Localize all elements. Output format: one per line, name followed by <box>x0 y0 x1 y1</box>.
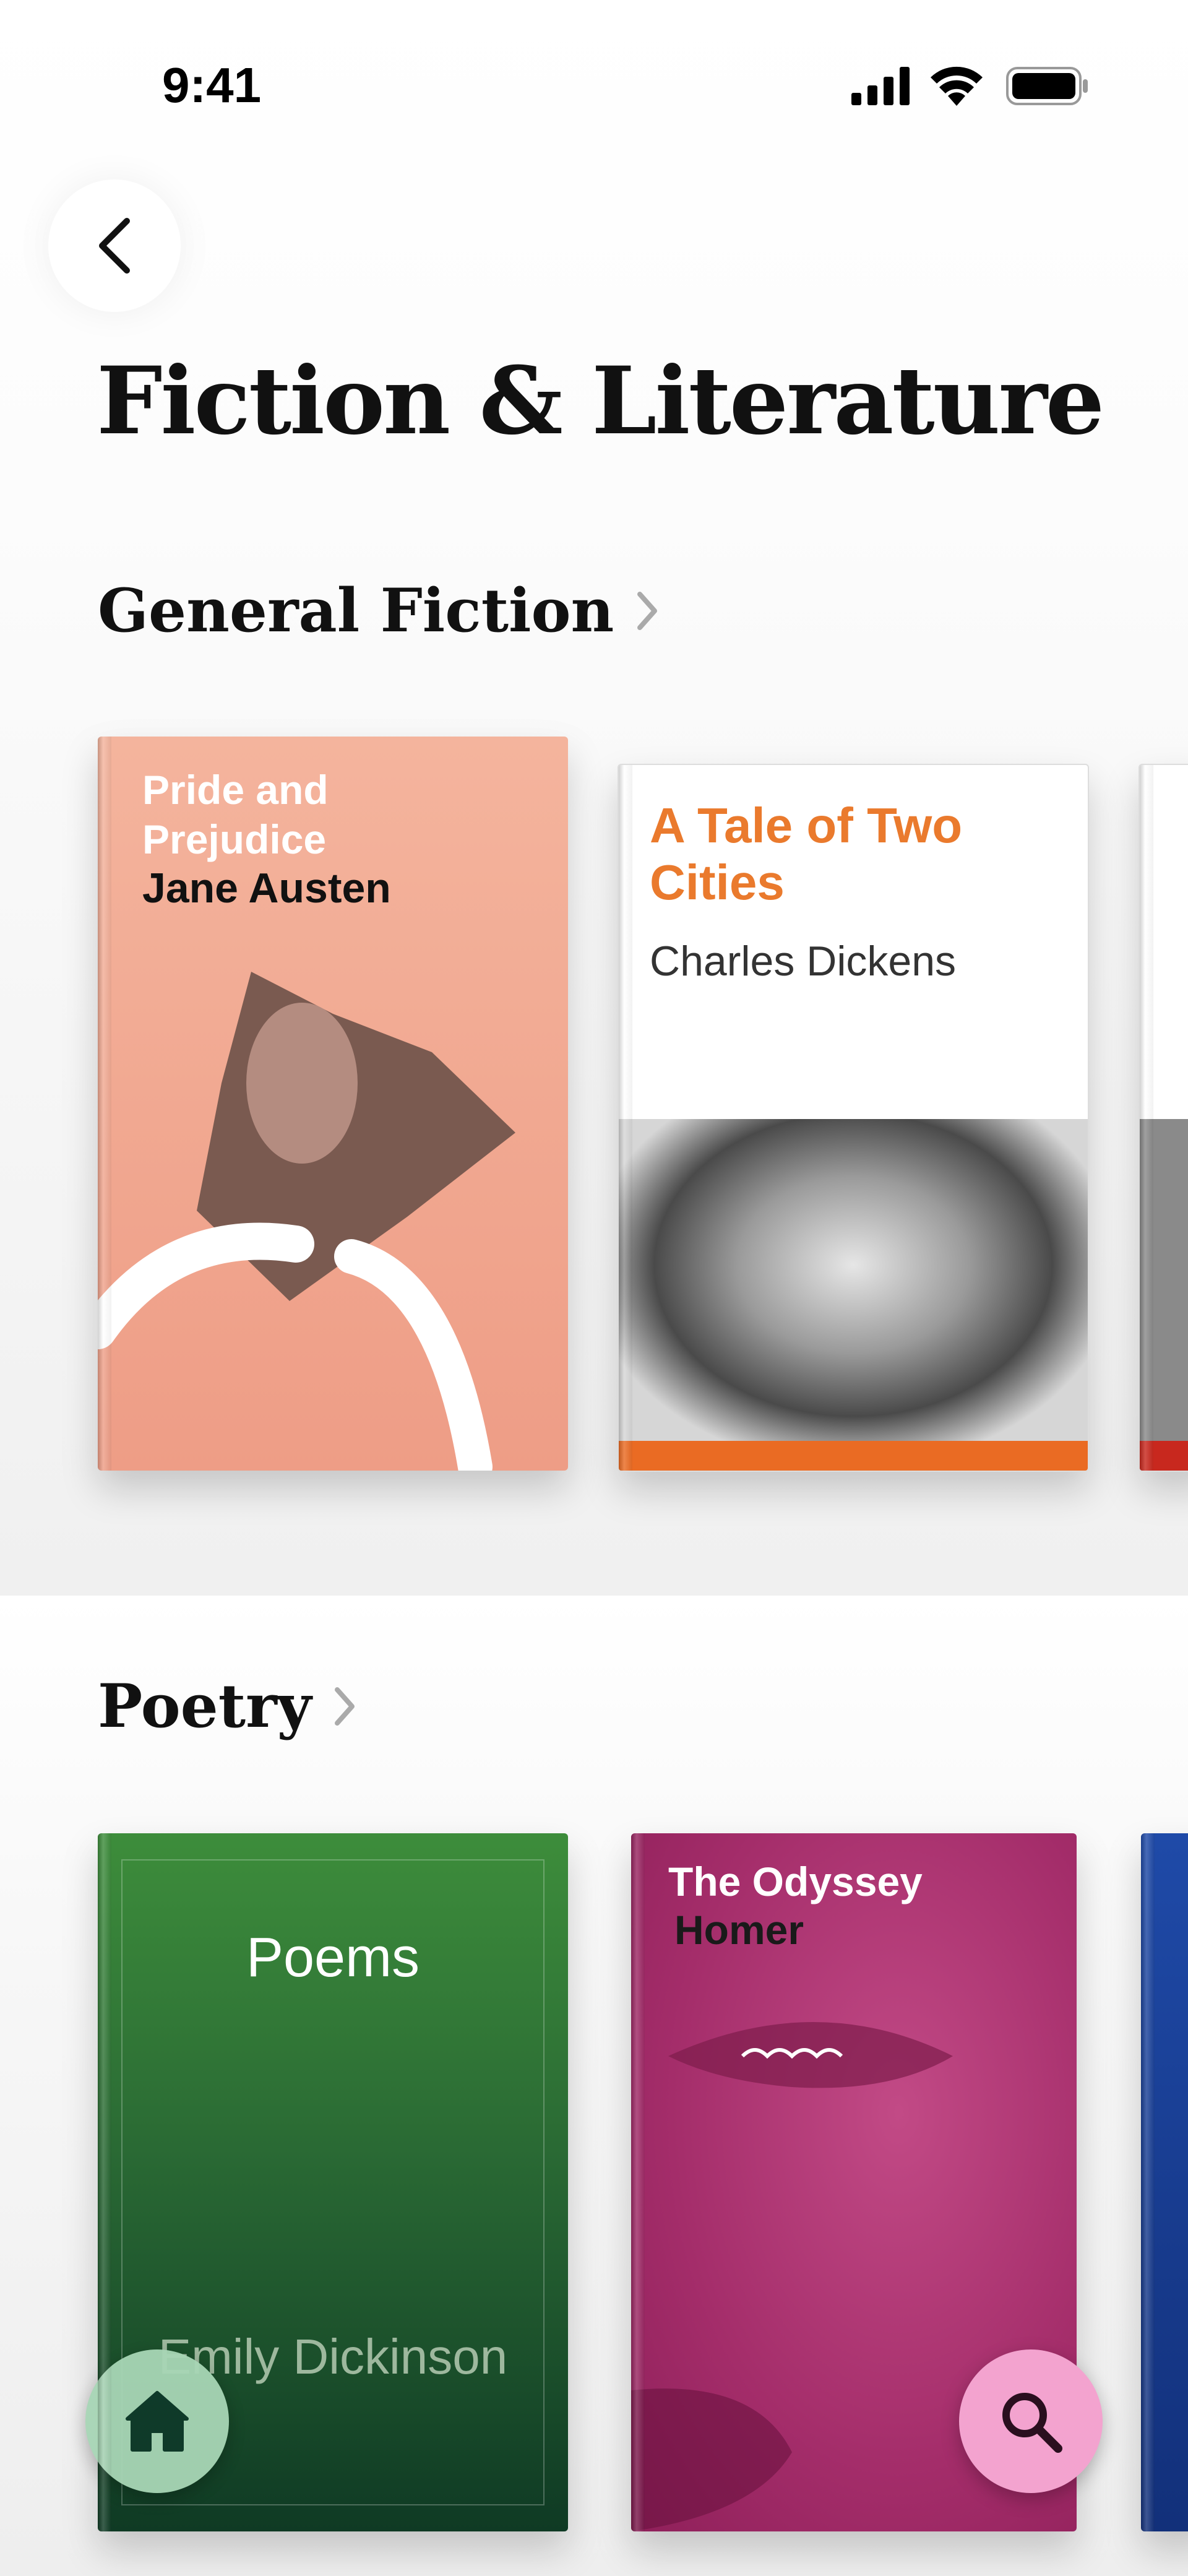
author-portrait-image <box>619 1119 1088 1443</box>
cellular-signal-icon <box>851 67 910 105</box>
section-title: Poetry <box>98 1671 312 1741</box>
cover-image <box>1140 1119 1188 1443</box>
search-icon <box>1002 2393 1062 2453</box>
wifi-icon <box>931 66 983 106</box>
chevron-right-icon <box>637 591 658 630</box>
section-header-poetry[interactable]: Poetry <box>98 1671 357 1741</box>
page-title: Fiction & Literature <box>97 347 1104 456</box>
book-title: A Tale of Two Cities <box>650 798 963 910</box>
section-title: General Fiction <box>98 576 614 646</box>
chevron-right-icon <box>335 1687 355 1726</box>
home-icon <box>126 2391 189 2452</box>
search-button[interactable] <box>959 2349 1103 2493</box>
cover-stripe <box>619 1441 1088 1471</box>
status-time: 9:41 <box>162 58 262 113</box>
battery-icon <box>1006 67 1088 105</box>
book-cover-partial[interactable] <box>1141 1833 1188 2531</box>
section-header-general-fiction[interactable]: General Fiction <box>98 576 660 646</box>
book-cover-pride-and-prejudice[interactable]: Pride and Prejudice Jane Austen <box>98 737 568 1471</box>
book-cover-partial[interactable] <box>1138 764 1188 1472</box>
book-title: Poems <box>246 1927 420 1989</box>
cover-stripe <box>1140 1441 1188 1471</box>
chevron-left-icon <box>99 218 130 274</box>
book-cover-a-tale-of-two-cities[interactable]: A Tale of Two Cities Charles Dickens <box>618 764 1089 1472</box>
portrait-illustration <box>98 972 515 1471</box>
book-author: Charles Dickens <box>650 938 957 985</box>
back-button[interactable] <box>48 179 181 312</box>
